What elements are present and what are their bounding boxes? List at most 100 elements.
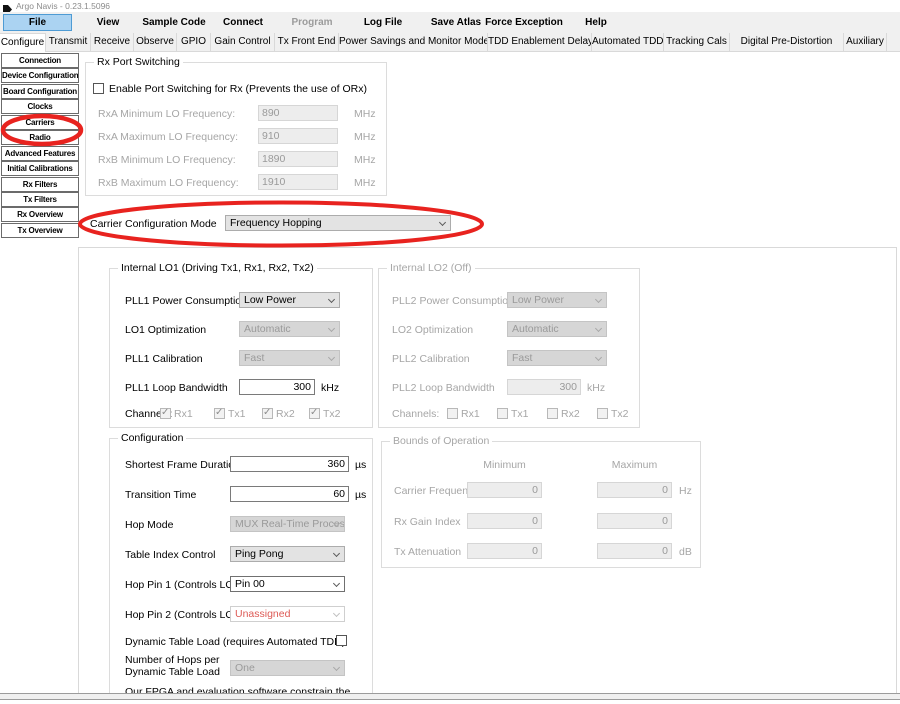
hop-pin1-select[interactable]: Pin 00 — [230, 576, 345, 592]
tab-power-savings[interactable]: Power Savings and Monitor Mode — [339, 33, 488, 51]
carrier-frequency-max-input — [597, 482, 672, 498]
constraint-note: Our FPGA and evaluation software constra… — [125, 686, 371, 693]
pll2-power-label: PLL2 Power Consumption — [392, 295, 514, 307]
sidebar-item-advanced-features[interactable]: Advanced Features — [1, 146, 79, 161]
tab-configure[interactable]: Configure — [0, 33, 46, 52]
sidebar-item-tx-overview[interactable]: Tx Overview — [1, 223, 79, 238]
rx-gain-index-label: Rx Gain Index — [394, 516, 461, 528]
lo2-optimization-value: Automatic — [512, 323, 559, 335]
hops-per-load-label: Number of Hops per Dynamic Table Load — [125, 654, 231, 678]
tab-observe[interactable]: Observe — [134, 33, 177, 51]
rx-port-switching-group: Rx Port Switching Enable Port Switching … — [85, 62, 387, 196]
lo1-channel-rx1-checkbox — [160, 408, 171, 419]
hop-mode-value: MUX Real-Time Process — [235, 518, 345, 530]
sidebar-item-clocks[interactable]: Clocks — [1, 99, 79, 114]
tab-gain-control[interactable]: Gain Control — [211, 33, 275, 51]
sidebar-item-radio[interactable]: Radio — [1, 130, 79, 145]
rxa-min-lo-input — [258, 105, 338, 121]
menu-view[interactable]: View — [88, 14, 128, 31]
rxb-min-lo-label: RxB Minimum LO Frequency: — [98, 154, 236, 166]
sidebar: Connection Device Configuration Board Co… — [1, 53, 79, 238]
pll2-loop-bandwidth-input — [507, 379, 581, 395]
table-index-control-value: Ping Pong — [235, 548, 283, 560]
transition-time-input[interactable] — [230, 486, 349, 502]
tab-digital-pre-distortion[interactable]: Digital Pre-Distortion — [730, 33, 844, 51]
chevron-down-icon — [333, 580, 340, 587]
lo2-optimization-select: Automatic — [507, 321, 607, 337]
enable-port-switching-checkbox[interactable] — [93, 83, 104, 94]
sidebar-item-device-configuration[interactable]: Device Configuration — [1, 68, 79, 83]
sidebar-item-tx-filters[interactable]: Tx Filters — [1, 192, 79, 207]
pll2-power-value: Low Power — [512, 294, 564, 306]
sidebar-item-connection[interactable]: Connection — [1, 53, 79, 68]
chevron-down-icon — [328, 354, 335, 361]
tx-attenuation-max-input — [597, 543, 672, 559]
tab-receive[interactable]: Receive — [91, 33, 134, 51]
group-title: Configuration — [118, 432, 186, 444]
transition-time-label: Transition Time — [125, 489, 196, 501]
tx-attenuation-min-input — [467, 543, 542, 559]
dynamic-table-load-checkbox[interactable] — [336, 635, 347, 646]
transition-time-unit: µs — [355, 489, 366, 501]
pll1-power-label: PLL1 Power Consumption — [125, 295, 247, 307]
window-title: Argo Navis - 0.23.1.5096 — [16, 1, 110, 11]
lo2-channel-rx1-label: Rx1 — [461, 408, 480, 420]
shortest-frame-duration-input[interactable] — [230, 456, 349, 472]
sidebar-item-rx-filters[interactable]: Rx Filters — [1, 177, 79, 192]
lo1-optimization-value: Automatic — [244, 323, 291, 335]
chevron-down-icon — [333, 664, 340, 671]
chevron-down-icon — [595, 325, 602, 332]
tx-attenuation-label: Tx Attenuation — [394, 546, 461, 558]
carrier-configuration-mode-select[interactable]: Frequency Hopping — [225, 215, 451, 231]
rxb-max-lo-input — [258, 174, 338, 190]
pll1-power-select[interactable]: Low Power — [239, 292, 340, 308]
menu-help[interactable]: Help — [578, 14, 614, 31]
table-index-control-select[interactable]: Ping Pong — [230, 546, 345, 562]
rxb-min-lo-unit: MHz — [354, 154, 376, 166]
lo2-channel-tx1-label: Tx1 — [511, 408, 529, 420]
rxb-min-lo-input — [258, 151, 338, 167]
tab-automated-tdd[interactable]: Automated TDD — [592, 33, 664, 51]
tab-auxiliary[interactable]: Auxiliary — [844, 33, 887, 51]
sidebar-item-carriers[interactable]: Carriers — [1, 115, 79, 130]
chevron-down-icon — [328, 296, 335, 303]
menu-save-atlas[interactable]: Save Atlas — [424, 14, 488, 31]
menu-file[interactable]: File — [3, 14, 72, 31]
pll2-loop-bandwidth-label: PLL2 Loop Bandwidth — [392, 382, 495, 394]
sidebar-item-initial-calibrations[interactable]: Initial Calibrations — [1, 161, 79, 176]
menu-program: Program — [284, 14, 340, 31]
tab-transmit[interactable]: Transmit — [46, 33, 91, 51]
tab-gpio[interactable]: GPIO — [177, 33, 211, 51]
rxa-min-lo-unit: MHz — [354, 108, 376, 120]
tab-bar: Configure Transmit Receive Observe GPIO … — [0, 33, 900, 52]
lo2-channels-label: Channels: — [392, 408, 439, 420]
pll2-calibration-select: Fast — [507, 350, 607, 366]
lo1-optimization-label: LO1 Optimization — [125, 324, 206, 336]
group-title: Internal LO2 (Off) — [387, 262, 475, 274]
chevron-down-icon — [595, 296, 602, 303]
carrier-frequency-label: Carrier Frequency — [394, 485, 479, 497]
menu-log-file[interactable]: Log File — [356, 14, 410, 31]
lo1-channel-tx2-label: Tx2 — [323, 408, 341, 420]
enable-port-switching-label: Enable Port Switching for Rx (Prevents t… — [109, 83, 367, 95]
pll1-loop-bandwidth-input[interactable] — [239, 379, 315, 395]
lo2-channel-rx2-label: Rx2 — [561, 408, 580, 420]
rxb-max-lo-label: RxB Maximum LO Frequency: — [98, 177, 239, 189]
rxb-max-lo-unit: MHz — [354, 177, 376, 189]
sidebar-item-board-configuration[interactable]: Board Configuration — [1, 84, 79, 99]
lo2-channel-tx1-checkbox — [497, 408, 508, 419]
menu-force-exception[interactable]: Force Exception — [482, 14, 566, 31]
chevron-down-icon — [333, 610, 340, 617]
sidebar-item-rx-overview[interactable]: Rx Overview — [1, 207, 79, 222]
shortest-frame-duration-unit: µs — [355, 459, 366, 471]
tab-tx-front-end[interactable]: Tx Front End — [275, 33, 339, 51]
tab-tdd-enablement-delays[interactable]: TDD Enablement Delays — [488, 33, 592, 51]
chevron-down-icon — [328, 325, 335, 332]
lo1-channel-rx2-label: Rx2 — [276, 408, 295, 420]
tab-tracking-cals[interactable]: Tracking Cals — [664, 33, 730, 51]
menu-connect[interactable]: Connect — [214, 14, 272, 31]
rx-gain-index-min-input — [467, 513, 542, 529]
menu-sample-code[interactable]: Sample Code — [134, 14, 214, 31]
pll1-power-value: Low Power — [244, 294, 296, 306]
carriers-panel: Internal LO1 (Driving Tx1, Rx1, Rx2, Tx2… — [78, 247, 897, 693]
